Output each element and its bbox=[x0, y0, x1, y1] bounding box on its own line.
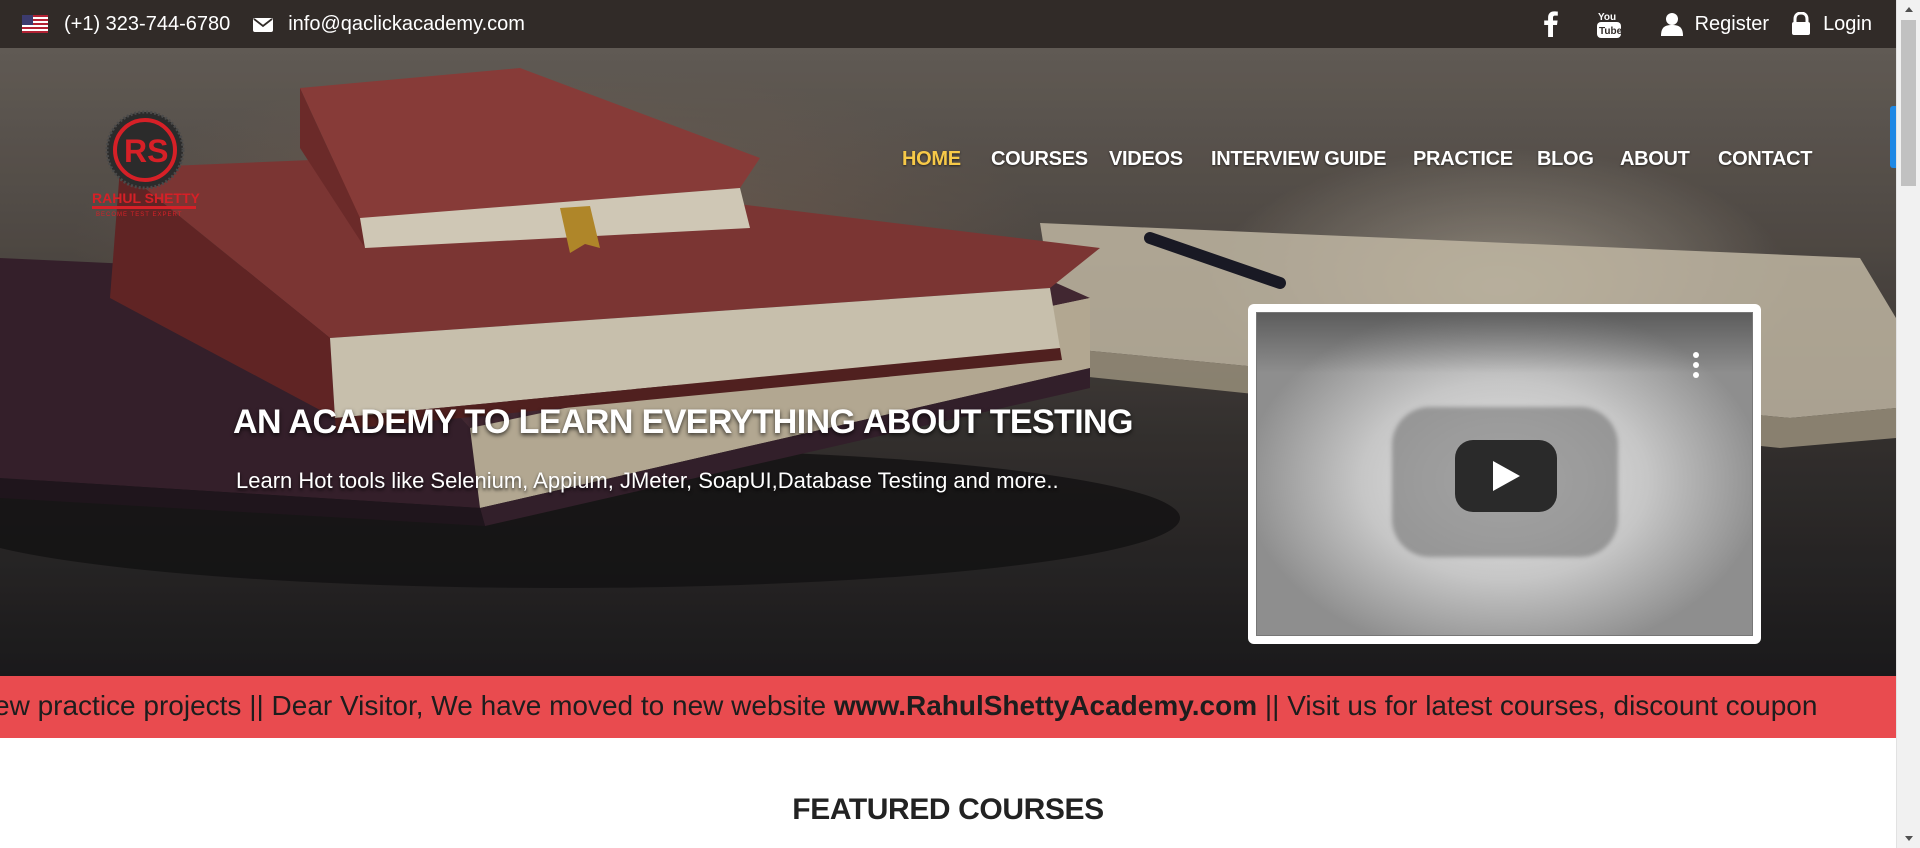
marquee-text-after: || Visit us for latest courses, discount… bbox=[1257, 690, 1818, 721]
lock-icon bbox=[1791, 12, 1811, 36]
hero-banner: RS RAHUL SHETTY BECOME TEST EXPERT HOME … bbox=[0, 48, 1896, 676]
marquee-website-link[interactable]: www.RahulShettyAcademy.com bbox=[834, 690, 1257, 721]
main-navigation: HOME COURSES VIDEOS INTERVIEW GUIDE PRAC… bbox=[0, 148, 1896, 178]
phone-number: (+1) 323-744-6780 bbox=[64, 12, 231, 35]
nav-blog[interactable]: BLOG bbox=[1537, 148, 1594, 171]
svg-text:RAHUL SHETTY: RAHUL SHETTY bbox=[92, 190, 200, 206]
nav-videos[interactable]: VIDEOS bbox=[1109, 148, 1183, 171]
nav-courses[interactable]: COURSES bbox=[991, 148, 1088, 171]
scroll-up-arrow-icon[interactable] bbox=[1897, 0, 1920, 20]
hero-subline: Learn Hot tools like Selenium, Appium, J… bbox=[236, 468, 1059, 493]
page-scrollbar[interactable] bbox=[1896, 0, 1920, 848]
scrollbar-thumb[interactable] bbox=[1901, 20, 1916, 186]
video-top-shade bbox=[1257, 313, 1752, 373]
account-links: You Tube Register Login bbox=[1541, 0, 1872, 48]
announcement-marquee: ew practice projects || Dear Visitor, We… bbox=[0, 676, 1896, 738]
email-address: info@qaclickacademy.com bbox=[288, 12, 525, 35]
video-embed[interactable] bbox=[1248, 304, 1761, 644]
top-contact-bar: (+1) 323-744-6780 info@qaclickacademy.co… bbox=[0, 0, 1896, 48]
register-link[interactable]: Register bbox=[1695, 13, 1769, 36]
youtube-icon[interactable]: You Tube bbox=[1596, 9, 1621, 39]
play-icon bbox=[1493, 461, 1520, 491]
video-player[interactable] bbox=[1256, 312, 1753, 636]
login-link[interactable]: Login bbox=[1823, 13, 1872, 36]
contact-info: (+1) 323-744-6780 info@qaclickacademy.co… bbox=[22, 0, 525, 48]
nav-home[interactable]: HOME bbox=[902, 148, 961, 171]
play-button[interactable] bbox=[1455, 440, 1557, 512]
svg-text:Tube: Tube bbox=[1599, 26, 1621, 37]
envelope-icon bbox=[252, 16, 274, 32]
featured-courses-heading: FEATURED COURSES bbox=[792, 793, 1104, 826]
more-options-icon[interactable] bbox=[1692, 351, 1700, 379]
hero-headline: AN ACADEMY TO LEARN EVERYTHING ABOUT TES… bbox=[233, 403, 1133, 441]
scroll-down-arrow-icon[interactable] bbox=[1897, 828, 1920, 848]
facebook-icon[interactable] bbox=[1541, 10, 1561, 38]
nav-contact[interactable]: CONTACT bbox=[1718, 148, 1812, 171]
marquee-text-before: ew practice projects || Dear Visitor, We… bbox=[0, 690, 834, 721]
svg-text:You: You bbox=[1598, 12, 1616, 23]
svg-text:BECOME TEST EXPERT: BECOME TEST EXPERT bbox=[96, 212, 182, 218]
us-flag-icon bbox=[22, 15, 48, 33]
nav-about[interactable]: ABOUT bbox=[1620, 148, 1690, 171]
marquee-text: ew practice projects || Dear Visitor, We… bbox=[0, 690, 1817, 722]
nav-practice[interactable]: PRACTICE bbox=[1413, 148, 1513, 171]
user-icon bbox=[1660, 12, 1683, 36]
nav-interview-guide[interactable]: INTERVIEW GUIDE bbox=[1211, 148, 1386, 171]
